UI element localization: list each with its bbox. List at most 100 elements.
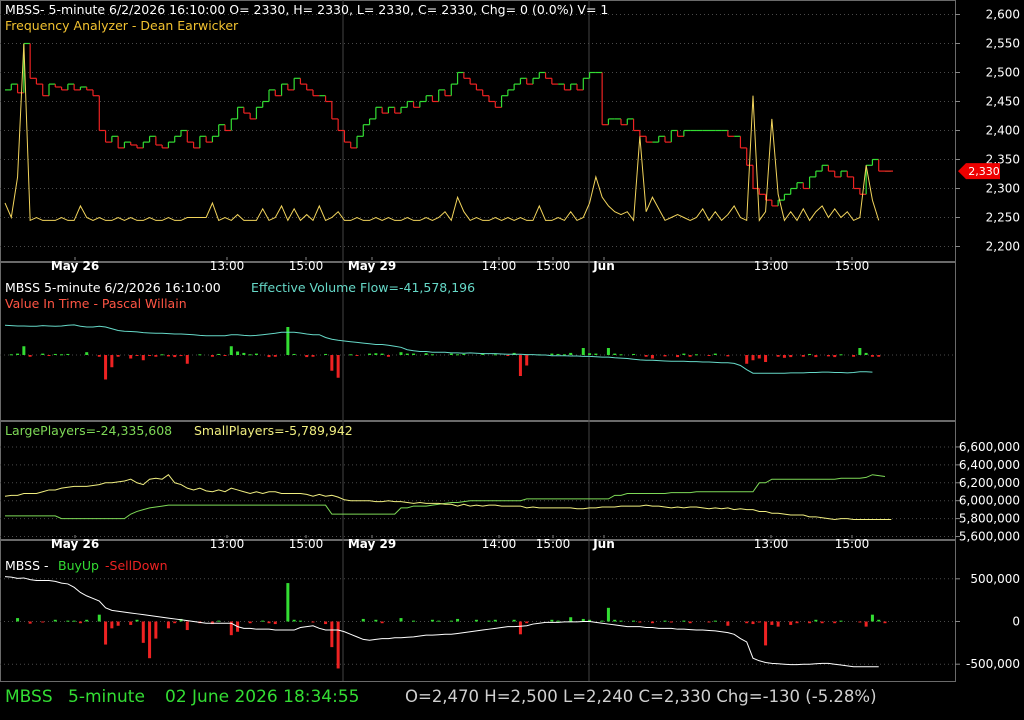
value-in-time-bar bbox=[619, 354, 623, 356]
value-in-time-bar bbox=[858, 348, 862, 355]
value-in-time-bar bbox=[864, 352, 868, 355]
value-in-time-bar bbox=[242, 352, 246, 355]
buysell-bar bbox=[217, 620, 221, 622]
value-in-time-bar bbox=[60, 354, 64, 356]
frequency-analyzer-line bbox=[4, 43, 880, 222]
value-in-time-bar bbox=[833, 355, 837, 358]
buysell-bar bbox=[864, 621, 868, 627]
y-tick-label: 2,300 bbox=[986, 182, 1020, 196]
price-panel-subtitle: Frequency Analyzer - Dean Earwicker bbox=[5, 18, 239, 33]
value-in-time-bar bbox=[556, 353, 560, 355]
value-in-time-bar bbox=[179, 355, 183, 357]
buysell-bar bbox=[525, 621, 529, 624]
buysell-bar bbox=[877, 619, 881, 622]
buysell-bar bbox=[185, 621, 189, 631]
value-in-time-bar bbox=[104, 355, 108, 380]
y-tick-label: 6,000,000 bbox=[959, 494, 1020, 508]
value-in-time-bar bbox=[386, 355, 390, 357]
buysell-bar bbox=[569, 617, 573, 622]
buysell-bar bbox=[248, 621, 252, 624]
buysell-bar bbox=[613, 619, 617, 622]
buysell-bar bbox=[412, 620, 416, 622]
buysell-bar bbox=[116, 621, 120, 626]
buysell-bar bbox=[795, 621, 799, 624]
value-in-time-bar bbox=[368, 353, 372, 355]
value-in-time-bar bbox=[66, 353, 70, 355]
value-in-time-bar bbox=[424, 353, 428, 355]
value-in-time-bar bbox=[330, 355, 334, 371]
value-in-time-bar bbox=[644, 355, 648, 357]
time-axis-label: Jun bbox=[592, 259, 615, 273]
time-axis-label: 14:00 bbox=[482, 259, 517, 273]
panel-border bbox=[0, 421, 956, 540]
value-in-time-label: Value In Time - Pascal Willain bbox=[5, 296, 187, 311]
buysell-bar bbox=[311, 621, 315, 623]
buysell-bar bbox=[292, 619, 296, 622]
time-axis-label: May 29 bbox=[348, 259, 396, 273]
buysell-bar bbox=[78, 621, 82, 624]
value-in-time-bar bbox=[789, 355, 793, 358]
buysell-bar bbox=[173, 621, 177, 624]
value-in-time-bar bbox=[399, 352, 403, 355]
value-in-time-bar bbox=[694, 354, 698, 356]
value-in-time-bar bbox=[751, 355, 755, 361]
buysell-bar bbox=[148, 621, 152, 659]
value-in-time-bar bbox=[839, 354, 843, 356]
buysell-bar bbox=[72, 620, 76, 622]
value-in-time-bar bbox=[852, 355, 856, 357]
value-in-time-bar bbox=[129, 355, 133, 359]
value-in-time-bar bbox=[210, 355, 214, 357]
buysell-bar bbox=[757, 621, 761, 623]
buysell-bar bbox=[688, 621, 692, 624]
value-in-time-bar bbox=[16, 353, 20, 355]
time-axis-label: 13:00 bbox=[754, 259, 789, 273]
value-in-time-bar bbox=[248, 354, 252, 356]
buysell-bar bbox=[745, 621, 749, 624]
buysell-bar bbox=[870, 614, 874, 622]
buysell-bar bbox=[600, 620, 604, 622]
value-in-time-bar bbox=[713, 353, 717, 355]
buysell-bar bbox=[550, 619, 554, 622]
value-in-time-bar bbox=[826, 355, 830, 357]
buysell-bar bbox=[858, 621, 862, 623]
value-in-time-bar bbox=[581, 348, 585, 355]
y-tick-label: 5,800,000 bbox=[959, 512, 1020, 526]
buysell-bar bbox=[493, 619, 497, 622]
volume-flow-panel-title: MBSS 5-minute 6/2/2026 16:10:00 bbox=[5, 280, 221, 295]
buysell-bar bbox=[518, 621, 522, 635]
value-in-time-bar bbox=[430, 354, 434, 356]
value-in-time-bar bbox=[764, 355, 768, 362]
effective-volume-flow-line bbox=[4, 324, 873, 374]
buysell-bar bbox=[53, 619, 57, 622]
buysell-bar bbox=[380, 621, 384, 624]
value-in-time-bar bbox=[870, 355, 874, 357]
value-in-time-bar bbox=[229, 346, 233, 355]
y-tick-label: 2,500 bbox=[986, 66, 1020, 80]
value-in-time-bar bbox=[286, 327, 290, 355]
value-in-time-bar bbox=[154, 355, 158, 357]
y-tick-label: 6,200,000 bbox=[959, 476, 1020, 490]
buysell-bar bbox=[474, 619, 478, 622]
value-in-time-bar bbox=[160, 354, 164, 356]
y-tick-label: 2,200 bbox=[986, 240, 1020, 254]
value-in-time-bar bbox=[525, 355, 529, 366]
value-in-time-bar bbox=[877, 355, 881, 357]
status-ohlc: O=2,470 H=2,500 L=2,240 C=2,330 Chg=-130… bbox=[405, 687, 877, 706]
buysell-bar bbox=[632, 620, 636, 622]
value-in-time-bar bbox=[814, 355, 818, 358]
buysell-bar bbox=[751, 621, 755, 625]
buysell-bar bbox=[28, 621, 32, 624]
buysell-bar bbox=[619, 620, 623, 622]
time-axis-label: 13:00 bbox=[210, 537, 245, 551]
buysell-bar bbox=[449, 620, 453, 622]
value-in-time-bar bbox=[166, 355, 170, 357]
buysell-bar bbox=[267, 621, 271, 624]
time-axis-label: 15:00 bbox=[536, 537, 571, 551]
buysell-bar bbox=[361, 618, 365, 622]
buysell-bar bbox=[336, 621, 340, 669]
value-in-time-bar bbox=[550, 353, 554, 355]
value-in-time-bar bbox=[782, 355, 786, 358]
value-in-time-bar bbox=[801, 355, 805, 357]
y-tick-label: 2,450 bbox=[986, 95, 1020, 109]
buysell-bar bbox=[669, 621, 673, 623]
